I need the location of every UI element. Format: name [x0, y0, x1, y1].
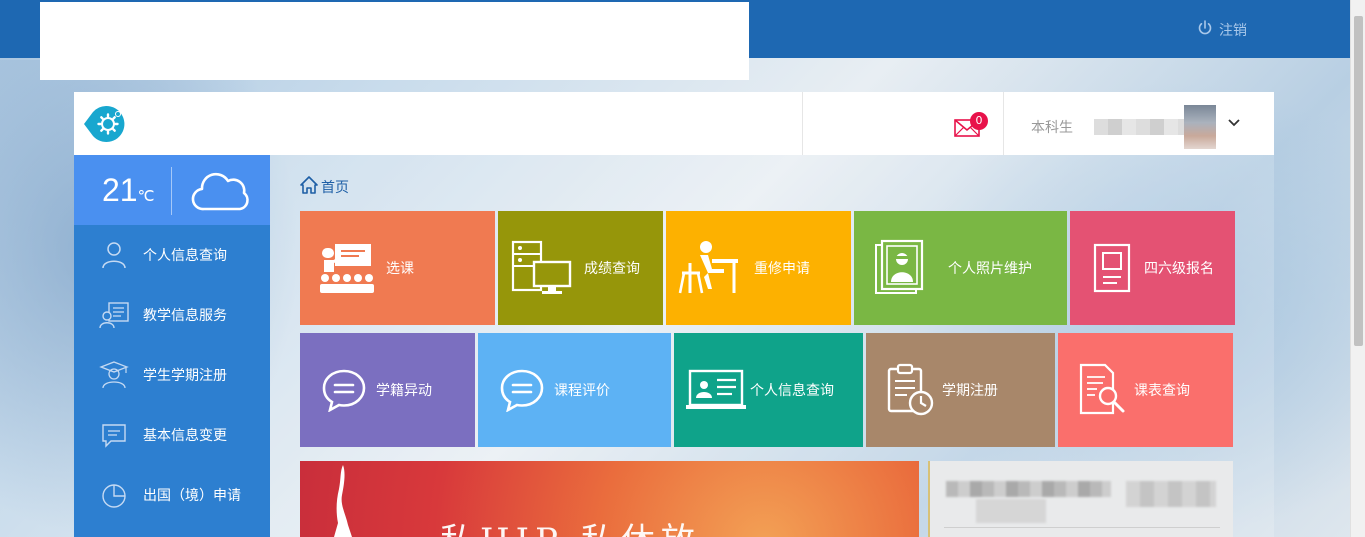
- blurred-text: [946, 481, 1111, 497]
- sidebar-item-label: 学生学期注册: [143, 368, 227, 384]
- sidebar-item-info-change[interactable]: 基本信息变更: [74, 405, 270, 465]
- sidebar-item-label: 教学信息服务: [143, 308, 227, 324]
- temperature-value: 21: [102, 172, 138, 208]
- sidebar-item-abroad-application[interactable]: 出国（境）申请: [74, 465, 270, 525]
- sidebar: 21℃ 个人信息查询 教学信息服务 学生学期注册 基本信息变更 出国（境）申请: [74, 155, 270, 537]
- home-icon: [300, 176, 318, 198]
- tile-grade-query[interactable]: 成绩查询: [498, 211, 663, 325]
- tile-label: 成绩查询: [584, 261, 640, 277]
- user-name-blurred: [1094, 119, 1194, 135]
- mail-count-badge: 0: [970, 112, 988, 130]
- tile-retake-application[interactable]: 重修申请: [666, 211, 851, 325]
- logout-label: 注销: [1219, 23, 1247, 39]
- user-role: 本科生: [1031, 120, 1073, 136]
- dancer-figure: [334, 465, 352, 537]
- sidebar-item-semester-registration[interactable]: 学生学期注册: [74, 345, 270, 405]
- blurred-text: [976, 499, 1046, 523]
- document-icon: [1082, 243, 1142, 293]
- chevron-down-icon[interactable]: [1228, 116, 1240, 131]
- photo-icon: [864, 239, 934, 297]
- sidebar-item-label: 基本信息变更: [143, 428, 227, 444]
- chat-icon: [492, 368, 552, 412]
- tile-label: 课表查询: [1134, 383, 1190, 399]
- sidebar-item-teaching-info[interactable]: 教学信息服务: [74, 285, 270, 345]
- blurred-text: [1126, 481, 1216, 507]
- classroom-icon: [312, 242, 382, 294]
- notice-panel[interactable]: [928, 461, 1233, 537]
- tile-label: 重修申请: [754, 261, 810, 277]
- header-divider: [802, 92, 803, 155]
- sidebar-item-personal-info[interactable]: 个人信息查询: [74, 225, 270, 285]
- cloud-icon: [190, 167, 250, 213]
- scrollbar-thumb[interactable]: [1354, 16, 1363, 346]
- teaching-info-icon: [97, 300, 131, 330]
- clipboard-clock-icon: [880, 363, 940, 417]
- temperature-unit: ℃: [137, 188, 155, 205]
- pie-chart-icon: [97, 480, 131, 510]
- temperature: 21℃: [102, 172, 154, 209]
- person-icon: [97, 240, 131, 270]
- tile-label: 四六级报名: [1144, 261, 1214, 277]
- tile-label: 学期注册: [942, 383, 998, 399]
- message-edit-icon: [97, 420, 131, 450]
- sidebar-item-label: 个人信息查询: [143, 248, 227, 264]
- scrollbar[interactable]: [1350, 0, 1365, 537]
- weather-divider: [171, 167, 172, 215]
- tile-timetable-query[interactable]: 课表查询: [1058, 333, 1233, 447]
- banner-art-text: 私HIP 私休放: [440, 513, 701, 537]
- breadcrumb-home: 首页: [321, 180, 349, 196]
- tile-cet-registration[interactable]: 四六级报名: [1070, 211, 1235, 325]
- breadcrumb[interactable]: 首页: [300, 176, 349, 198]
- tile-label: 个人信息查询: [750, 383, 834, 399]
- tile-label: 个人照片维护: [948, 261, 1032, 277]
- desk-study-icon: [674, 239, 744, 297]
- search-document-icon: [1072, 363, 1132, 417]
- id-card-icon: [682, 368, 748, 412]
- tile-status-change[interactable]: 学籍异动: [300, 333, 475, 447]
- chat-icon: [314, 368, 374, 412]
- graduate-icon: [97, 360, 131, 390]
- power-icon: [1197, 20, 1213, 40]
- logout-button[interactable]: 注销: [1197, 20, 1247, 40]
- weather-widget: 21℃: [74, 155, 270, 225]
- tile-label: 选课: [386, 261, 414, 277]
- logo-area: [40, 2, 749, 80]
- panel-divider: [944, 527, 1220, 528]
- header: 0 本科生: [74, 92, 1274, 155]
- tile-course-selection[interactable]: 选课: [300, 211, 495, 325]
- tile-photo-maintenance[interactable]: 个人照片维护: [854, 211, 1067, 325]
- tile-course-evaluation[interactable]: 课程评价: [478, 333, 671, 447]
- promo-banner[interactable]: 私HIP 私休放: [300, 461, 919, 537]
- avatar[interactable]: [1184, 105, 1216, 149]
- header-divider: [1003, 92, 1004, 155]
- tile-label: 学籍异动: [376, 383, 432, 399]
- settings-gear-icon[interactable]: [84, 104, 129, 144]
- tile-personal-info[interactable]: 个人信息查询: [674, 333, 863, 447]
- tile-semester-registration[interactable]: 学期注册: [866, 333, 1055, 447]
- tile-label: 课程评价: [554, 383, 610, 399]
- computer-icon: [506, 240, 576, 296]
- sidebar-item-label: 出国（境）申请: [143, 488, 241, 504]
